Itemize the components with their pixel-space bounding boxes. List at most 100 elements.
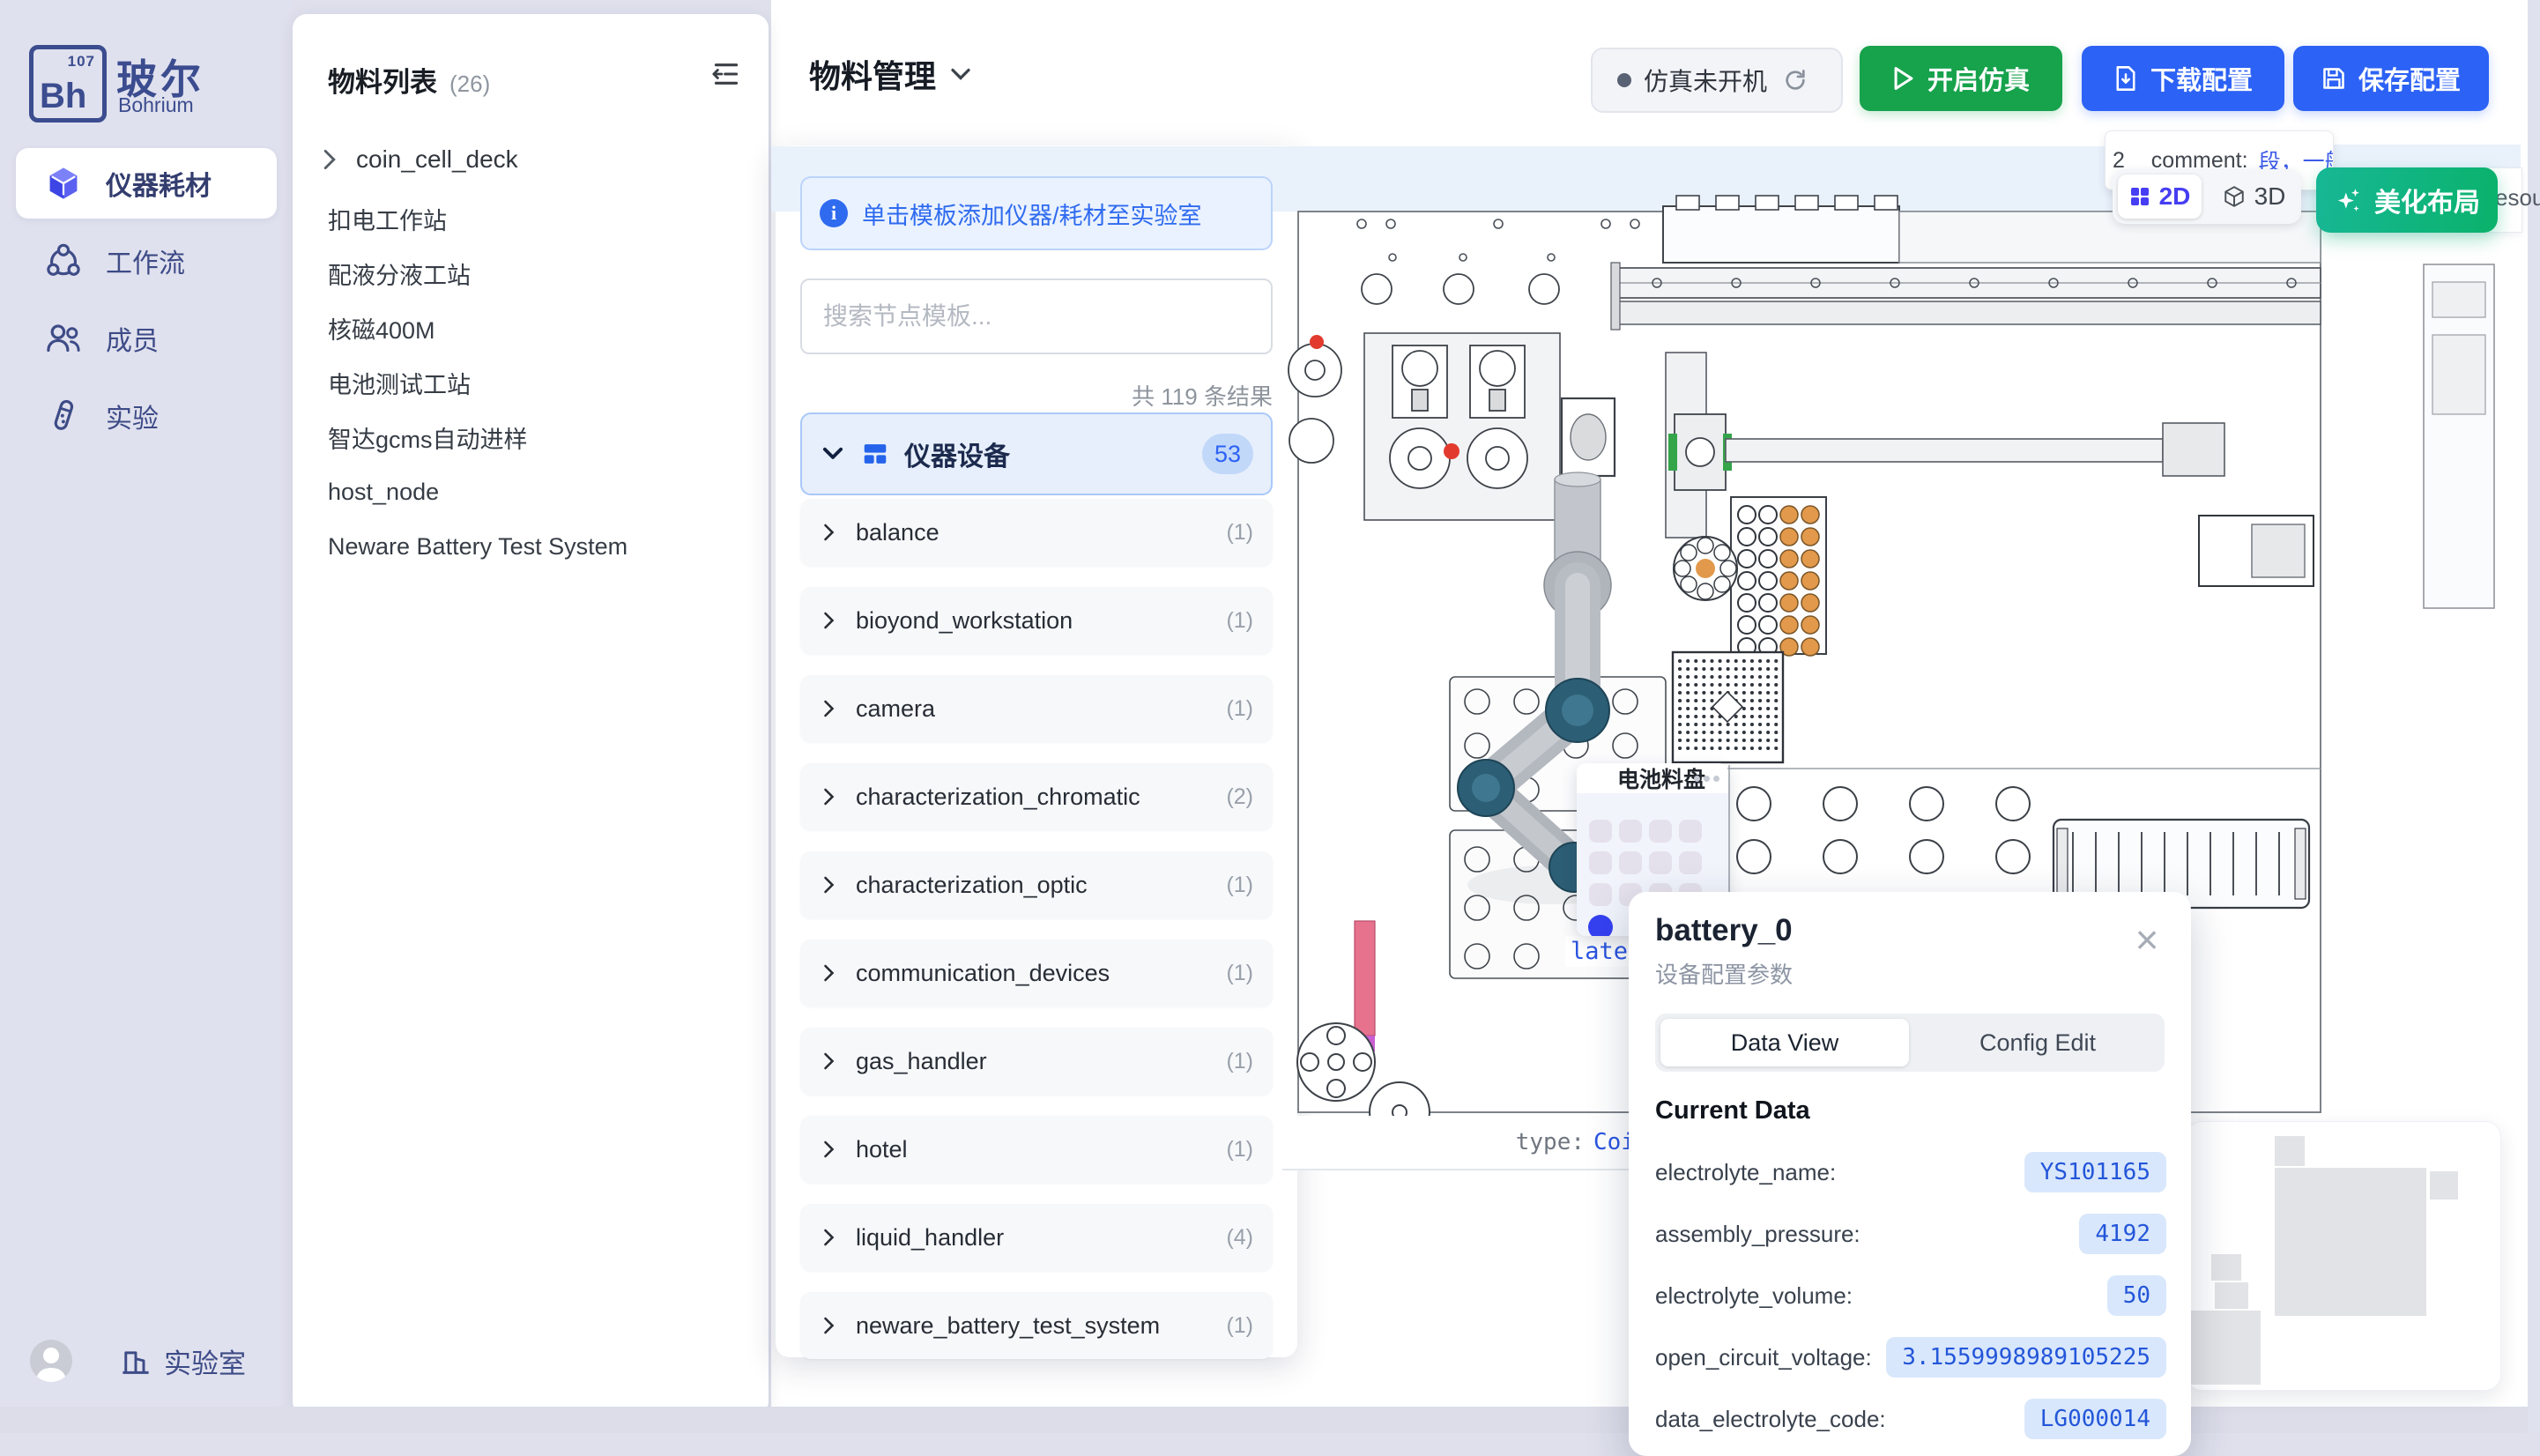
- tab-config-edit[interactable]: Config Edit: [1911, 1014, 2165, 1072]
- user-avatar[interactable]: [30, 1340, 72, 1382]
- field-row-data-electrolyte-code: data_electrolyte_code: LG000014: [1655, 1394, 2166, 1444]
- template-item-count: (1): [1226, 873, 1253, 898]
- page-title-dropdown[interactable]: 物料管理: [809, 51, 971, 97]
- tray-slot: [1619, 851, 1642, 874]
- tray-slot: [1619, 820, 1642, 843]
- chevron-right-icon: [823, 1317, 835, 1334]
- template-item-count: (2): [1226, 784, 1253, 810]
- sidebar-item-label: 实验: [106, 397, 159, 435]
- play-icon: [1892, 66, 1915, 91]
- sidebar-item-label: 仪器耗材: [106, 164, 212, 203]
- material-list-item[interactable]: 智达gcms自动进样: [328, 418, 733, 457]
- members-icon: [44, 319, 83, 358]
- material-list-item[interactable]: 配液分液工站: [328, 254, 733, 293]
- toggle-3d-label: 3D: [2254, 182, 2286, 211]
- close-icon[interactable]: ×: [2122, 915, 2172, 964]
- template-item-name: neware_battery_test_system: [856, 1312, 1160, 1340]
- sidebar-item-experiments[interactable]: 实验: [16, 381, 277, 451]
- template-item-count: (1): [1226, 1313, 1253, 1339]
- grid-category-icon: [862, 441, 888, 467]
- template-item-neware-battery-test-system[interactable]: neware_battery_test_system (1): [800, 1292, 1273, 1359]
- template-item-count: (1): [1226, 520, 1253, 546]
- tray-slot: [1649, 820, 1672, 843]
- beautify-layout-button[interactable]: 美化布局: [2316, 167, 2498, 233]
- download-config-button[interactable]: 下载配置: [2082, 46, 2284, 111]
- material-list-item[interactable]: 扣电工作站: [328, 199, 733, 238]
- toggle-2d[interactable]: 2D: [2118, 175, 2202, 219]
- sidebar-item-instruments[interactable]: 仪器耗材: [16, 148, 277, 219]
- lab-label: 实验室: [164, 1341, 246, 1381]
- template-item-name: camera: [856, 695, 935, 723]
- download-config-label: 下载配置: [2150, 60, 2253, 97]
- save-config-button[interactable]: 保存配置: [2293, 46, 2489, 111]
- tray-slot-selected-battery[interactable]: [1588, 915, 1613, 936]
- template-item-bioyond-workstation[interactable]: bioyond_workstation (1): [800, 587, 1273, 654]
- resource-text-fragment: esou: [2495, 184, 2540, 212]
- field-label: open_circuit_voltage:: [1655, 1333, 1872, 1382]
- template-item-gas-handler[interactable]: gas_handler(1): [800, 1028, 1273, 1095]
- template-item-characterization-optic[interactable]: characterization_optic(1): [800, 851, 1273, 918]
- chevron-right-icon: [823, 1229, 835, 1246]
- materials-title-text: 物料列表: [328, 67, 437, 98]
- template-item-characterization-chromatic[interactable]: characterization_chromatic (2): [800, 763, 1273, 830]
- template-item-count: (1): [1226, 696, 1253, 722]
- template-item-hotel[interactable]: hotel(1): [800, 1116, 1273, 1183]
- material-list-item[interactable]: 核磁400M: [328, 308, 733, 347]
- current-data-heading: Current Data: [1655, 1096, 1810, 1125]
- view-mode-toggle: 2D 3D: [2113, 169, 2301, 224]
- field-value: 50: [2107, 1275, 2166, 1316]
- field-value: 3.1559998989105225: [1886, 1337, 2166, 1378]
- layout-minimap[interactable]: [2186, 1121, 2501, 1391]
- field-row-electrolyte-name: electrolyte_name: YS101165: [1655, 1148, 2166, 1197]
- lab-switcher[interactable]: 实验室: [120, 1341, 246, 1381]
- popup-tabs: Data View Config Edit: [1655, 1014, 2165, 1072]
- tree-item-label: coin_cell_deck: [356, 145, 518, 174]
- template-item-name: gas_handler: [856, 1048, 987, 1075]
- field-row-open-circuit-voltage: open_circuit_voltage: 3.1559998989105225: [1655, 1333, 2166, 1382]
- tab-data-view[interactable]: Data View: [1660, 1019, 1909, 1066]
- more-menu-icon[interactable]: [1690, 776, 1719, 782]
- beautify-layout-label: 美化布局: [2374, 181, 2480, 219]
- tray-slot: [1589, 851, 1612, 874]
- sidebar-item-members[interactable]: 成员: [16, 303, 277, 374]
- field-label: assembly_pressure:: [1655, 1209, 1860, 1259]
- save-config-label: 保存配置: [2358, 60, 2461, 97]
- template-item-liquid-handler[interactable]: liquid_handler(4): [800, 1204, 1273, 1271]
- material-list-item[interactable]: 电池测试工站: [328, 363, 733, 402]
- chevron-right-icon: [823, 524, 835, 541]
- app-root: { "sidebar": { "logo": {"symbol": "Bh", …: [0, 0, 2540, 1433]
- field-label: electrolyte_volume:: [1655, 1271, 1853, 1320]
- chevron-down-icon: [950, 67, 971, 81]
- battery-tray-header: 电池料盘: [1577, 763, 1728, 793]
- type-label: type:: [1516, 1129, 1585, 1155]
- start-simulation-button[interactable]: 开启仿真: [1860, 46, 2062, 111]
- collapse-panel-icon[interactable]: [710, 58, 742, 90]
- material-list-item[interactable]: Neware Battery Test System: [328, 527, 733, 566]
- template-item-balance[interactable]: balance(1): [800, 499, 1273, 566]
- chevron-right-icon: [823, 876, 835, 894]
- simulation-status-pill[interactable]: 仿真未开机: [1591, 48, 1843, 113]
- template-item-name: characterization_chromatic: [856, 784, 1140, 811]
- template-item-name: bioyond_workstation: [856, 607, 1073, 635]
- material-list-item[interactable]: host_node: [328, 472, 733, 511]
- refresh-icon[interactable]: [1783, 68, 1808, 93]
- category-instruments[interactable]: 仪器设备 53: [800, 412, 1273, 495]
- tree-item-coin-cell-deck[interactable]: coin_cell_deck: [323, 139, 737, 180]
- category-count-badge: 53: [1202, 434, 1253, 474]
- sidebar-item-workflow[interactable]: 工作流: [16, 226, 277, 296]
- chevron-right-icon: [823, 700, 835, 717]
- popup-subtitle: 设备配置参数: [1655, 957, 1793, 990]
- sidebar-item-label: 成员: [106, 319, 159, 358]
- template-item-camera[interactable]: camera (1): [800, 675, 1273, 742]
- chevron-down-icon: [821, 442, 844, 465]
- workflow-icon: [44, 241, 83, 280]
- toggle-3d[interactable]: 3D: [2212, 175, 2296, 219]
- chevron-right-icon: [823, 1140, 835, 1158]
- template-item-count: (4): [1226, 1225, 1253, 1251]
- template-item-communication-devices[interactable]: communication_devices(1): [800, 940, 1273, 1007]
- search-template-input[interactable]: [800, 279, 1273, 354]
- category-label: 仪器设备: [904, 435, 1010, 473]
- template-item-count: (1): [1226, 608, 1253, 634]
- field-row-assembly-pressure: assembly_pressure: 4192: [1655, 1209, 2166, 1259]
- sidebar: 107 Bh 玻尔 Bohrium 仪器耗材 工作流 成员: [0, 0, 292, 1433]
